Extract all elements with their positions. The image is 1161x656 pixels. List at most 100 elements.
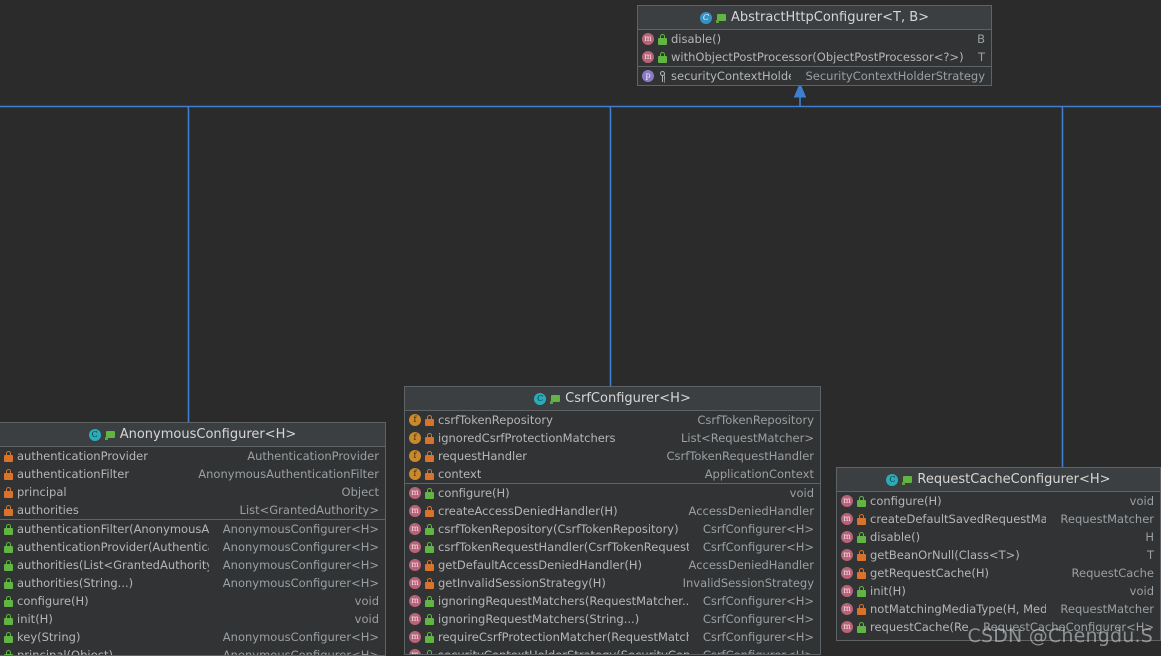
class-header[interactable]: C AbstractHttpConfigurer<T, B> [638,6,991,30]
method-icon: m [841,513,853,525]
member-type: List<RequestMatcher> [671,431,814,445]
member-row[interactable]: m csrfTokenRequestHandler(CsrfTokenReque… [405,538,820,556]
class-link-icon [550,393,561,404]
member-name: init(H) [870,584,906,598]
member-row[interactable]: m csrfTokenRepository(CsrfTokenRepositor… [405,520,820,538]
member-type: RequestCache [1062,566,1154,580]
private-lock-icon [425,469,434,480]
member-type: AnonymousConfigurer<H> [213,576,379,590]
member-row[interactable]: m getDefaultAccessDeniedHandler(H) Acces… [405,556,820,574]
class-title: RequestCacheConfigurer<H> [917,472,1110,487]
member-row[interactable]: p securityContextHolderStrategy Security… [638,67,991,85]
member-row[interactable]: init(H) void [0,610,385,628]
member-row[interactable]: principal Object [0,483,385,501]
method-section: m configure(H) void m createDefaultSaved… [837,492,1160,636]
private-lock-icon [4,451,13,462]
member-type: CsrfTokenRequestHandler [656,449,814,463]
uml-class-csrf-configurer[interactable]: C CsrfConfigurer<H> f csrfTokenRepositor… [404,386,821,655]
method-icon: m [409,595,421,607]
uml-class-abstract-http-configurer[interactable]: C AbstractHttpConfigurer<T, B> m disable… [637,5,992,86]
member-type: CsrfConfigurer<H> [693,648,814,655]
property-icon: p [642,70,654,82]
class-icon: C [886,474,898,486]
public-lock-icon [4,542,13,553]
method-icon: m [409,613,421,625]
member-row[interactable]: m createDefaultSavedRequestMatcher(H) Re… [837,510,1160,528]
private-lock-icon [425,506,434,517]
member-row[interactable]: m withObjectPostProcessor(ObjectPostProc… [638,48,991,66]
member-type: SecurityContextHolderStrategy [795,69,985,83]
method-icon: m [841,585,853,597]
method-icon: m [841,603,853,615]
method-icon: m [409,559,421,571]
member-name: withObjectPostProcessor(ObjectPostProces… [671,50,964,64]
member-name: key(String) [17,630,80,644]
member-row[interactable]: m getRequestCache(H) RequestCache [837,564,1160,582]
member-row[interactable]: authenticationFilter AnonymousAuthentica… [0,465,385,483]
member-row[interactable]: m notMatchingMediaType(H, MediaType) Req… [837,600,1160,618]
member-row[interactable]: f requestHandler CsrfTokenRequestHandler [405,447,820,465]
member-name: getInvalidSessionStrategy(H) [438,576,606,590]
member-row[interactable]: m disable() H [837,528,1160,546]
member-row[interactable]: authenticationProvider(AuthenticationPro… [0,538,385,556]
member-row[interactable]: f context ApplicationContext [405,465,820,483]
member-name: authorities(List<GrantedAuthority>) [17,558,209,572]
member-name: authenticationFilter(AnonymousAuthentica… [17,522,209,536]
public-lock-icon [4,650,13,656]
member-row[interactable]: m configure(H) void [837,492,1160,510]
member-type: CsrfConfigurer<H> [693,522,814,536]
class-header[interactable]: C AnonymousConfigurer<H> [0,423,385,447]
public-lock-icon [4,560,13,571]
member-row[interactable]: m createAccessDeniedHandler(H) AccessDen… [405,502,820,520]
member-row[interactable]: m requestCache(RequestCache) RequestCach… [837,618,1160,636]
member-type: void [780,486,814,500]
class-header[interactable]: C RequestCacheConfigurer<H> [837,468,1160,492]
member-row[interactable]: authorities List<GrantedAuthority> [0,501,385,519]
method-icon: m [409,523,421,535]
member-row[interactable]: m getBeanOrNull(Class<T>) T [837,546,1160,564]
member-row[interactable]: m ignoringRequestMatchers(RequestMatcher… [405,592,820,610]
method-icon: m [409,577,421,589]
member-name: getRequestCache(H) [870,566,989,580]
field-icon: f [409,414,421,426]
member-type: void [345,612,379,626]
private-lock-icon [425,433,434,444]
member-row[interactable]: authenticationProvider AuthenticationPro… [0,447,385,465]
member-row[interactable]: key(String) AnonymousConfigurer<H> [0,628,385,646]
member-row[interactable]: authorities(String...) AnonymousConfigur… [0,574,385,592]
member-row[interactable]: m ignoringRequestMatchers(String...) Csr… [405,610,820,628]
member-row[interactable]: f ignoredCsrfProtectionMatchers List<Req… [405,429,820,447]
member-row[interactable]: configure(H) void [0,592,385,610]
method-icon: m [409,487,421,499]
uml-class-request-cache-configurer[interactable]: C RequestCacheConfigurer<H> m configure(… [836,467,1161,641]
member-row[interactable]: f csrfTokenRepository CsrfTokenRepositor… [405,411,820,429]
member-row[interactable]: m configure(H) void [405,484,820,502]
member-type: AccessDeniedHandler [679,558,814,572]
class-header[interactable]: C CsrfConfigurer<H> [405,387,820,411]
member-name: createAccessDeniedHandler(H) [438,504,618,518]
member-row[interactable]: m securityContextHolderStrategy(Security… [405,646,820,655]
member-row[interactable]: m requireCsrfProtectionMatcher(RequestMa… [405,628,820,646]
member-row[interactable]: m disable() B [638,30,991,48]
member-type: AnonymousAuthenticationFilter [188,467,379,481]
private-lock-icon [4,487,13,498]
private-lock-icon [425,415,434,426]
member-row[interactable]: authenticationFilter(AnonymousAuthentica… [0,520,385,538]
member-name: csrfTokenRepository(CsrfTokenRepository) [438,522,679,536]
private-lock-icon [4,505,13,516]
key-icon [658,71,667,82]
class-title: AbstractHttpConfigurer<T, B> [731,10,929,25]
member-row[interactable]: m getInvalidSessionStrategy(H) InvalidSe… [405,574,820,592]
method-icon: m [409,631,421,643]
method-icon: m [841,495,853,507]
public-lock-icon [425,542,434,553]
class-icon: C [89,429,101,441]
member-name: configure(H) [17,594,89,608]
member-row[interactable]: authorities(List<GrantedAuthority>) Anon… [0,556,385,574]
member-name: disable() [671,32,721,46]
member-row[interactable]: m init(H) void [837,582,1160,600]
member-name: disable() [870,530,920,544]
method-section: m configure(H) void m createAccessDenied… [405,484,820,655]
uml-class-anonymous-configurer[interactable]: C AnonymousConfigurer<H> authenticationP… [0,422,386,656]
private-lock-icon [857,550,866,561]
